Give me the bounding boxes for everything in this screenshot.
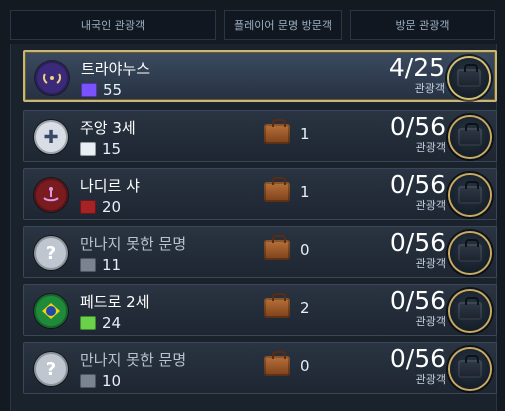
tourism-value: 24 (102, 314, 122, 332)
tourism-icon (81, 83, 97, 97)
tourism-capacity-icon (449, 58, 489, 98)
visiting-tourists-ratio: 0/56 관광객 (390, 287, 446, 329)
ratio-label: 관광객 (415, 199, 446, 212)
suitcase-icon (264, 235, 290, 260)
tourism-capacity-icon (450, 291, 490, 331)
visiting-tourists-ratio: 0/56 관광객 (390, 113, 446, 155)
question-mark-icon: ? (34, 236, 68, 270)
laurel-wreath-icon (35, 61, 69, 95)
table-row[interactable]: ✚ 주앙 3세 15 1 0/56 관광객 (23, 110, 497, 162)
civ-name: 주앙 3세 (80, 119, 136, 137)
ratio-value: 0/56 (389, 228, 446, 257)
tourism-amount: 20 (80, 198, 121, 216)
visitors-value: 1 (300, 183, 310, 201)
civ-name: 만나지 못한 문명 (80, 235, 187, 253)
persia-emblem-icon (34, 178, 68, 212)
ratio-value: 0/56 (389, 112, 446, 141)
tourism-amount: 10 (80, 372, 121, 390)
civ-tourism-list: 트라야누스 55 4/25 관광객 ✚ 주앙 3세 15 1 0/56 관광객 (10, 44, 497, 411)
tourism-capacity-icon (450, 117, 490, 157)
ratio-value: 4/25 (388, 53, 445, 82)
ratio-label: 관광객 (415, 257, 446, 270)
tourism-icon (80, 374, 96, 388)
player-civ-visitors: 1 (264, 119, 310, 144)
player-civ-visitors: 0 (264, 351, 310, 376)
suitcase-icon (264, 293, 290, 318)
table-row[interactable]: 페드로 2세 24 2 0/56 관광객 (23, 284, 497, 336)
tourism-amount: 15 (80, 140, 121, 158)
tourism-amount: 11 (80, 256, 121, 274)
ratio-label: 관광객 (415, 315, 446, 328)
table-row[interactable]: 나디르 샤 20 1 0/56 관광객 (23, 168, 497, 220)
ratio-value: 0/56 (389, 286, 446, 315)
tourism-icon (80, 316, 96, 330)
visiting-tourists-ratio: 0/56 관광객 (390, 229, 446, 271)
civ-name: 나디르 샤 (80, 177, 140, 195)
player-civ-visitors: 0 (264, 235, 310, 260)
visiting-tourists-ratio: 0/56 관광객 (390, 345, 446, 387)
visitors-value: 0 (300, 241, 310, 259)
table-row[interactable]: 트라야누스 55 4/25 관광객 (23, 50, 497, 102)
visiting-tourists-ratio: 0/56 관광객 (390, 171, 446, 213)
ratio-value: 0/56 (389, 344, 446, 373)
tourism-amount: 55 (81, 81, 122, 99)
tourism-icon (80, 200, 96, 214)
visitors-value: 1 (300, 125, 310, 143)
question-mark-icon: ? (34, 352, 68, 386)
civ-name: 페드로 2세 (80, 293, 150, 311)
player-civ-visitors: 1 (264, 177, 310, 202)
tourism-amount: 24 (80, 314, 121, 332)
header-domestic-tourists: 내국인 관광객 (10, 10, 216, 40)
tourism-icon (80, 258, 96, 272)
table-row[interactable]: ? 만나지 못한 문명 11 0 0/56 관광객 (23, 226, 497, 278)
table-header: 내국인 관광객 플레이어 문명 방문객 방문 관광객 (10, 10, 495, 40)
tourism-value: 11 (102, 256, 122, 274)
civ-name: 트라야누스 (81, 60, 151, 78)
ratio-label: 관광객 (415, 373, 446, 386)
tourism-value: 15 (102, 140, 122, 158)
tourism-capacity-icon (450, 233, 490, 273)
tourism-value: 55 (103, 81, 123, 99)
visitors-value: 0 (300, 357, 310, 375)
tourism-value: 20 (102, 198, 122, 216)
tourism-capacity-icon (450, 349, 490, 389)
brazil-flag-icon (34, 294, 68, 328)
tourism-capacity-icon (450, 175, 490, 215)
cross-icon: ✚ (34, 120, 68, 154)
visitors-value: 2 (300, 299, 310, 317)
ratio-value: 0/56 (389, 170, 446, 199)
visiting-tourists-ratio: 4/25 관광객 (389, 54, 445, 96)
header-player-civ-visitors: 플레이어 문명 방문객 (224, 10, 342, 40)
civ-name: 만나지 못한 문명 (80, 351, 187, 369)
table-row[interactable]: ? 만나지 못한 문명 10 0 0/56 관광객 (23, 342, 497, 394)
ratio-label: 관광객 (414, 82, 445, 95)
suitcase-icon (264, 351, 290, 376)
tourism-icon (80, 142, 96, 156)
player-civ-visitors: 2 (264, 293, 310, 318)
suitcase-icon (264, 119, 290, 144)
suitcase-icon (264, 177, 290, 202)
tourism-value: 10 (102, 372, 122, 390)
header-visiting-tourists: 방문 관광객 (350, 10, 495, 40)
ratio-label: 관광객 (415, 141, 446, 154)
